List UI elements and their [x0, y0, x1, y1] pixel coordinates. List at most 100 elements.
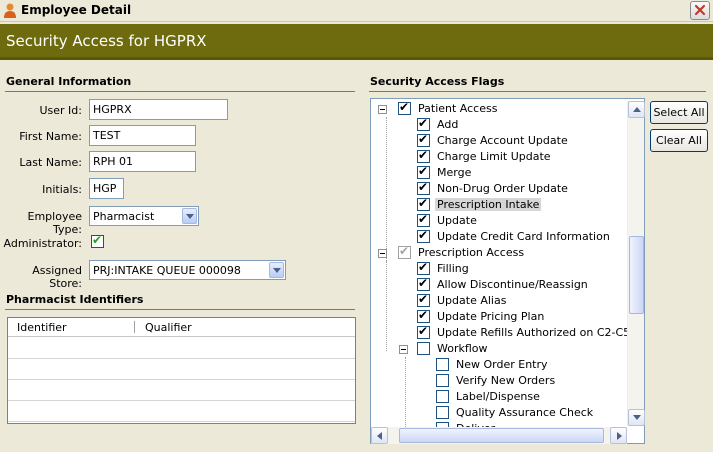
section-divider [369, 91, 706, 92]
identifiers-table[interactable]: Identifier Qualifier [7, 317, 356, 424]
section-divider [5, 309, 355, 310]
flag-checkbox[interactable] [417, 196, 430, 211]
flag-label: Label/Dispense [456, 390, 540, 403]
scroll-left-button[interactable] [371, 427, 388, 444]
assigned-store-select[interactable]: PRJ:INTAKE QUEUE 000098 [89, 260, 286, 280]
scroll-down-button[interactable] [628, 409, 645, 426]
flag-label: Allow Discontinue/Reassign [437, 278, 588, 291]
security-flags-tree[interactable]: Patient Access Add Charge Account Update… [370, 98, 645, 444]
flag-checkbox[interactable] [436, 358, 449, 371]
user-id-field[interactable]: HGPRX [89, 99, 228, 120]
assigned-store-value: PRJ:INTAKE QUEUE 000098 [93, 264, 241, 277]
tree-line [386, 261, 387, 351]
flag-checkbox[interactable] [398, 100, 411, 115]
select-all-button[interactable]: Select All [650, 101, 708, 124]
section-divider [5, 91, 355, 92]
column-header-identifier[interactable]: Identifier [17, 321, 67, 334]
clear-all-button[interactable]: Clear All [650, 129, 708, 152]
flag-label: Filling [437, 262, 469, 275]
arrow-right-icon [617, 432, 622, 440]
last-name-field[interactable]: RPH 01 [89, 151, 196, 172]
flag-label: Update [437, 214, 477, 227]
flag-label: Charge Account Update [437, 134, 568, 147]
flag-checkbox[interactable] [417, 180, 430, 195]
flag-checkbox[interactable] [436, 390, 449, 403]
flag-label: Verify New Orders [456, 374, 556, 387]
close-icon [694, 4, 706, 16]
flag-checkbox[interactable] [417, 132, 430, 147]
flag-label: Patient Access [418, 102, 498, 115]
flag-checkbox[interactable] [417, 276, 430, 291]
flag-label: Charge Limit Update [437, 150, 551, 163]
flag-checkbox[interactable] [417, 164, 430, 179]
scroll-up-button[interactable] [628, 101, 645, 118]
employee-type-value: Pharmacist [93, 210, 155, 223]
flag-label: Prescription Access [418, 246, 525, 259]
column-separator [134, 321, 135, 333]
window-titlebar: Employee Detail [0, 0, 713, 22]
chevron-down-icon[interactable] [182, 208, 197, 224]
general-information-heading: General Information [6, 75, 132, 88]
flag-checkbox[interactable] [417, 228, 430, 243]
tree-horizontal-scrollbar[interactable] [371, 427, 627, 444]
employee-type-select[interactable]: Pharmacist [89, 206, 199, 226]
first-name-label: First Name: [19, 130, 82, 143]
header-banner: Security Access for HGPRX [0, 24, 713, 60]
administrator-checkbox[interactable] [91, 233, 104, 248]
table-row [8, 400, 355, 401]
collapse-icon[interactable] [378, 249, 387, 258]
collapse-icon[interactable] [399, 345, 408, 354]
window-title: Employee Detail [21, 3, 132, 17]
scroll-thumb[interactable] [629, 236, 644, 314]
page-title: Security Access for HGPRX [6, 32, 207, 50]
flag-checkbox[interactable] [417, 116, 430, 131]
table-row [8, 421, 355, 422]
chevron-down-icon[interactable] [269, 262, 284, 278]
flag-label: Non-Drug Order Update [437, 182, 568, 195]
flag-checkbox[interactable] [417, 260, 430, 275]
flag-label: New Order Entry [456, 358, 548, 371]
assigned-store-label: Assigned Store: [32, 264, 82, 290]
flag-label: Update Pricing Plan [437, 310, 545, 323]
flag-checkbox[interactable] [436, 406, 449, 419]
scroll-right-button[interactable] [610, 427, 627, 444]
user-icon [4, 3, 16, 18]
collapse-icon[interactable] [378, 105, 387, 114]
user-id-label: User Id: [39, 104, 82, 117]
tree-line [386, 117, 387, 261]
flag-checkbox[interactable] [417, 292, 430, 307]
flag-checkbox[interactable] [398, 244, 411, 259]
table-header: Identifier Qualifier [8, 318, 355, 337]
tree-vertical-scrollbar[interactable] [627, 101, 645, 426]
flag-label: Prescription Intake [435, 198, 542, 211]
pharmacist-identifiers-heading: Pharmacist Identifiers [6, 293, 144, 306]
flag-label: Update Alias [437, 294, 507, 307]
arrow-up-icon [633, 107, 641, 112]
flag-label: Quality Assurance Check [456, 406, 594, 419]
flag-label: Add [437, 118, 459, 131]
flag-label: Merge [437, 166, 472, 179]
initials-label: Initials: [42, 183, 82, 196]
flag-checkbox[interactable] [417, 148, 430, 163]
arrow-down-icon [633, 415, 641, 420]
initials-field[interactable]: HGP [89, 178, 124, 199]
arrow-left-icon [377, 432, 382, 440]
last-name-label: Last Name: [19, 156, 82, 169]
scroll-thumb[interactable] [399, 428, 604, 443]
security-access-flags-heading: Security Access Flags [370, 75, 505, 88]
flag-checkbox[interactable] [417, 342, 430, 355]
employee-type-label: Employee Type: [27, 210, 82, 236]
flag-checkbox[interactable] [417, 308, 430, 323]
close-button[interactable] [690, 1, 710, 20]
administrator-label: Administrator: [3, 237, 83, 250]
flag-label: Workflow [437, 342, 488, 355]
flag-label: Update Refills Authorized on C2-C5 [437, 326, 631, 339]
flag-checkbox[interactable] [417, 324, 430, 339]
first-name-field[interactable]: TEST [89, 125, 196, 146]
flag-label: Update Credit Card Information [437, 230, 610, 243]
table-row [8, 358, 355, 359]
flag-checkbox[interactable] [417, 212, 430, 227]
column-header-qualifier[interactable]: Qualifier [145, 321, 192, 334]
flag-checkbox[interactable] [436, 374, 449, 387]
table-row [8, 379, 355, 380]
